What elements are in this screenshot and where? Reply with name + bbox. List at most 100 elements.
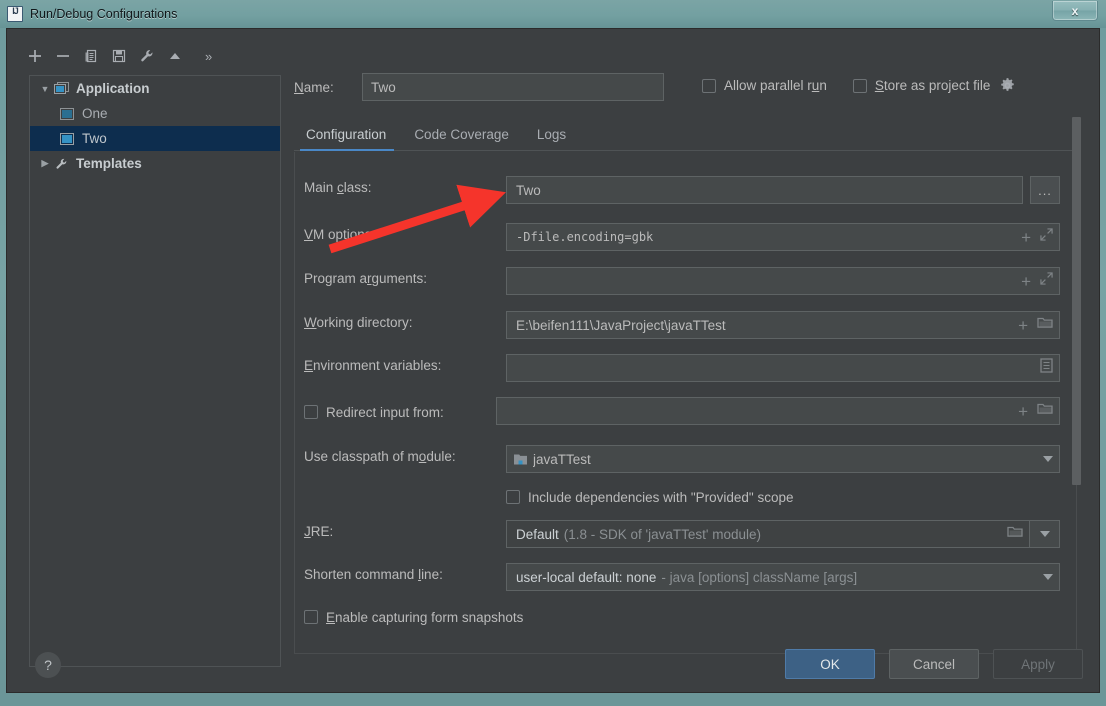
redirect-input-field[interactable]: + <box>496 397 1060 425</box>
folder-icon[interactable] <box>1007 525 1023 543</box>
checkbox-box[interactable] <box>702 78 716 93</box>
add-configuration-button[interactable] <box>21 43 49 69</box>
plus-icon[interactable]: + <box>1018 317 1028 334</box>
folder-icon[interactable] <box>1037 402 1053 420</box>
scrollbar-thumb[interactable] <box>1072 117 1081 485</box>
environment-variables-field[interactable] <box>506 354 1060 382</box>
move-up-button[interactable] <box>161 43 189 69</box>
jre-value: Default <box>516 526 559 542</box>
expander-icon[interactable]: ▼ <box>36 84 54 94</box>
tab-logs[interactable]: Logs <box>523 127 580 150</box>
enable-form-snapshots-label: Enable capturing form snapshots <box>326 609 524 625</box>
wrench-icon[interactable] <box>133 43 161 69</box>
allow-parallel-run-label: Allow parallel run <box>724 78 827 93</box>
checkbox-box[interactable] <box>304 405 318 419</box>
configurations-toolbar: » <box>21 41 286 71</box>
dialog-buttons: OK Cancel Apply <box>785 649 1083 679</box>
checkbox-box[interactable] <box>852 78 867 93</box>
working-directory-value: E:\beifen111\JavaProject\javaTTest <box>516 317 726 333</box>
run-debug-configurations-dialog: » ▼ Application One Two ▶ Templates Name… <box>6 28 1100 693</box>
allow-parallel-run-checkbox[interactable]: Allow parallel run <box>702 78 827 93</box>
intellij-idea-icon <box>7 6 23 22</box>
chevron-down-icon[interactable] <box>1043 456 1053 462</box>
run-config-icon <box>60 132 80 145</box>
checkbox-box[interactable] <box>506 490 520 504</box>
remove-configuration-button[interactable] <box>49 43 77 69</box>
plus-icon[interactable]: + <box>1021 229 1031 246</box>
shorten-command-line-dropdown[interactable]: user-local default: none - java [options… <box>506 563 1060 591</box>
jre-dropdown-button[interactable] <box>1030 520 1060 548</box>
redirect-input-checkbox[interactable]: Redirect input from: <box>304 397 444 427</box>
tree-item-one[interactable]: One <box>30 101 280 126</box>
use-classpath-of-module-dropdown[interactable]: javaTTest <box>506 445 1060 473</box>
program-arguments-label: Program arguments: <box>304 271 428 286</box>
run-config-icon <box>60 107 80 120</box>
save-configuration-button[interactable] <box>105 43 133 69</box>
name-label: Name: <box>294 79 334 95</box>
configuration-form: Main class: Two ... VM options: -Dfile.e… <box>294 152 1077 654</box>
ok-button[interactable]: OK <box>785 649 875 679</box>
configurations-tree[interactable]: ▼ Application One Two ▶ Templates <box>29 75 281 667</box>
working-directory-field[interactable]: E:\beifen111\JavaProject\javaTTest + <box>506 311 1060 339</box>
dialog-window: Run/Debug Configurations x <box>0 0 1106 706</box>
environment-variables-actions <box>1034 358 1053 378</box>
shorten-command-line-label: Shorten command line: <box>304 567 443 582</box>
redirect-input-label: Redirect input from: <box>326 404 444 420</box>
tab-code-coverage[interactable]: Code Coverage <box>400 127 523 150</box>
program-arguments-actions: + <box>1015 272 1053 290</box>
folder-icon[interactable] <box>1037 316 1053 334</box>
tree-item-templates[interactable]: ▶ Templates <box>30 151 280 176</box>
configuration-tabs: Configuration Code Coverage Logs <box>294 119 1077 151</box>
title-bar: Run/Debug Configurations x <box>0 0 1106 28</box>
list-edit-icon[interactable] <box>1040 358 1053 378</box>
jre-hint: (1.8 - SDK of 'javaTTest' module) <box>563 526 762 542</box>
main-class-value: Two <box>516 182 541 198</box>
expand-diagonal-icon[interactable] <box>1040 228 1053 246</box>
program-arguments-field[interactable]: + <box>506 267 1060 295</box>
working-directory-label: Working directory: <box>304 315 413 330</box>
wrench-icon <box>54 157 74 171</box>
tree-item-label: Two <box>82 131 107 146</box>
more-actions-button[interactable]: » <box>205 49 212 64</box>
main-class-label: Main class: <box>304 180 372 195</box>
store-as-project-file-label: Store as project file <box>874 78 991 93</box>
close-icon[interactable]: x <box>1052 1 1098 21</box>
vm-options-actions: + <box>1015 228 1053 246</box>
tree-item-label: Templates <box>76 156 142 171</box>
gear-icon[interactable] <box>999 77 1016 94</box>
chevron-down-icon[interactable] <box>1039 531 1050 537</box>
help-button[interactable]: ? <box>35 652 61 678</box>
apply-button[interactable]: Apply <box>993 649 1083 679</box>
cancel-button[interactable]: Cancel <box>889 649 979 679</box>
jre-label: JRE: <box>304 524 334 539</box>
vm-options-value: -Dfile.encoding=gbk <box>516 230 654 244</box>
module-icon <box>513 453 528 466</box>
copy-configuration-button[interactable] <box>77 43 105 69</box>
configuration-panel: Name: Allow parallel run Store as projec… <box>294 39 1089 654</box>
application-icon <box>54 82 74 95</box>
plus-icon[interactable]: + <box>1018 403 1028 420</box>
name-input[interactable] <box>362 73 664 101</box>
enable-form-snapshots-checkbox[interactable]: Enable capturing form snapshots <box>304 602 523 632</box>
form-scrollbar[interactable] <box>1071 117 1082 662</box>
tree-item-two[interactable]: Two <box>30 126 280 151</box>
window-title: Run/Debug Configurations <box>30 7 178 21</box>
working-directory-actions: + <box>1012 316 1053 334</box>
main-class-browse-button[interactable]: ... <box>1030 176 1060 204</box>
expand-diagonal-icon[interactable] <box>1040 272 1053 290</box>
jre-field[interactable]: Default (1.8 - SDK of 'javaTTest' module… <box>506 520 1030 548</box>
tree-item-application[interactable]: ▼ Application <box>30 76 280 101</box>
expander-icon[interactable]: ▶ <box>36 158 54 169</box>
plus-icon[interactable]: + <box>1021 273 1031 290</box>
tree-item-label: One <box>82 106 108 121</box>
tab-configuration[interactable]: Configuration <box>294 127 400 151</box>
checkbox-box[interactable] <box>304 610 318 624</box>
jre-actions <box>1001 525 1023 543</box>
include-dependencies-checkbox[interactable]: Include dependencies with "Provided" sco… <box>506 482 794 512</box>
store-as-project-file-checkbox[interactable]: Store as project file <box>852 78 991 93</box>
vm-options-field[interactable]: -Dfile.encoding=gbk + <box>506 223 1060 251</box>
chevron-down-icon[interactable] <box>1043 574 1053 580</box>
main-class-field[interactable]: Two <box>506 176 1023 204</box>
top-options: Allow parallel run Store as project file <box>702 77 1016 94</box>
shorten-command-line-hint: - java [options] className [args] <box>661 569 858 585</box>
